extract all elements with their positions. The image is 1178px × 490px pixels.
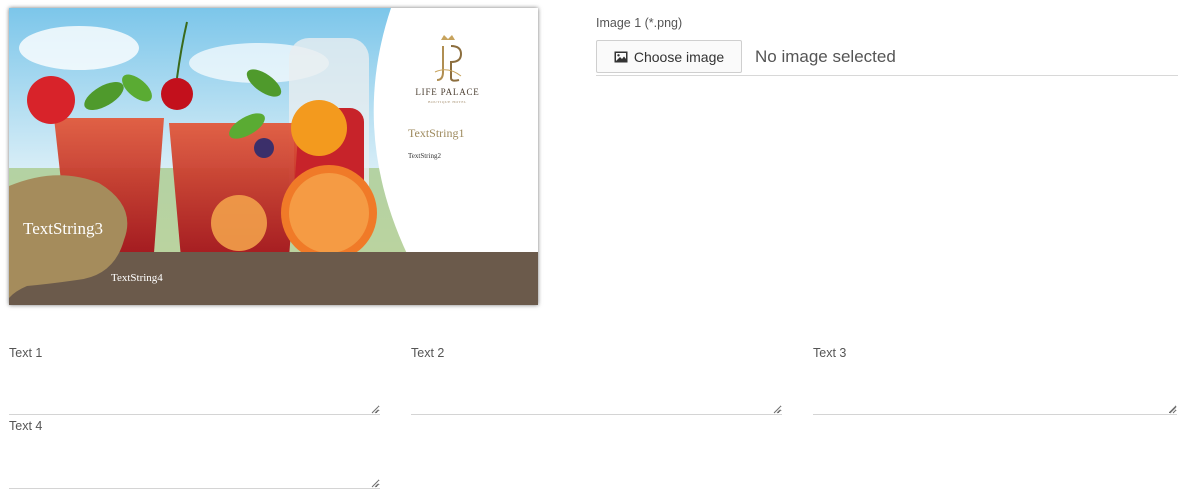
hotel-logo: LIFE PALACE BOUTIQUE HOTEL bbox=[409, 30, 486, 114]
text-4-textarea[interactable] bbox=[9, 450, 380, 489]
text-4-label: Text 4 bbox=[9, 419, 43, 433]
resize-grip-icon[interactable] bbox=[1169, 406, 1177, 414]
preview-text-string-3: TextString3 bbox=[23, 219, 104, 238]
logo-name: LIFE PALACE bbox=[415, 87, 480, 97]
banner-preview: LIFE PALACE BOUTIQUE HOTEL TextString1 T… bbox=[9, 8, 538, 305]
text-3-textarea[interactable] bbox=[813, 376, 1177, 415]
text-2-textarea[interactable] bbox=[411, 376, 782, 415]
resize-grip-icon[interactable] bbox=[773, 406, 781, 414]
image-icon bbox=[614, 51, 628, 62]
image-file-picker: Choose image No image selected bbox=[596, 40, 1178, 76]
preview-text-string-2: TextString2 bbox=[408, 152, 441, 160]
text-1-textarea[interactable] bbox=[9, 376, 380, 415]
image-status-text: No image selected bbox=[755, 47, 896, 66]
preview-text-string-1: TextString1 bbox=[408, 126, 465, 140]
image-field-label: Image 1 (*.png) bbox=[596, 16, 683, 30]
text-2-label: Text 2 bbox=[411, 346, 445, 360]
resize-grip-icon[interactable] bbox=[371, 406, 379, 414]
choose-image-button[interactable]: Choose image bbox=[596, 40, 742, 73]
preview-text-string-4: TextString4 bbox=[111, 272, 163, 284]
crown-monogram-icon bbox=[434, 35, 463, 82]
choose-image-label: Choose image bbox=[633, 48, 725, 65]
resize-grip-icon[interactable] bbox=[371, 480, 379, 488]
text-3-label: Text 3 bbox=[813, 346, 847, 360]
logo-subtitle: BOUTIQUE HOTEL bbox=[428, 100, 467, 104]
text-1-label: Text 1 bbox=[9, 346, 43, 360]
